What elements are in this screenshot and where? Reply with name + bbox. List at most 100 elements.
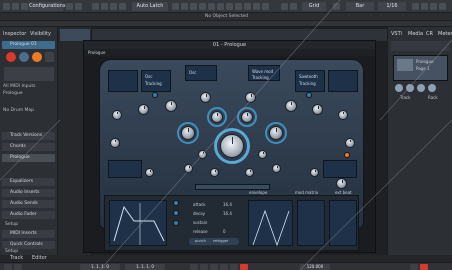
osc1-pitch-knob[interactable] <box>112 110 122 120</box>
instrument-slot[interactable]: Prologue Page 1 <box>393 55 448 81</box>
set-icon[interactable] <box>75 3 82 10</box>
tab-vsti[interactable]: VSTi <box>391 30 402 38</box>
osc3-settings-display[interactable]: Sawtooth Tracking <box>295 70 325 92</box>
section-midi-inserts[interactable]: MIDI Inserts <box>2 230 55 238</box>
mod-matrix-display[interactable] <box>248 200 293 247</box>
osc3-level-knob[interactable] <box>312 104 323 115</box>
constrain-delay-icon[interactable] <box>12 3 19 10</box>
warp-icon[interactable] <box>253 3 260 10</box>
env-switch[interactable] <box>173 210 179 216</box>
click-icon[interactable] <box>420 264 428 270</box>
stop-icon[interactable] <box>220 264 228 270</box>
sync-icon[interactable] <box>66 3 73 10</box>
sustain-knob[interactable] <box>245 168 254 177</box>
cutoff-knob[interactable] <box>181 126 195 140</box>
midi-input-field[interactable]: All MIDI Inputs <box>3 84 55 90</box>
master-volume-knob[interactable] <box>336 178 347 189</box>
osc3-switch[interactable] <box>306 92 312 98</box>
drum-map-field[interactable]: No Drum Map <box>3 108 55 114</box>
tempo-field[interactable]: 120.000 <box>300 264 330 270</box>
activate-project-icon[interactable] <box>3 3 10 10</box>
edit-instrument-icon[interactable] <box>32 52 42 62</box>
quantize-dropdown[interactable]: 1/16 <box>378 2 406 11</box>
qc-knob[interactable] <box>406 84 414 92</box>
inspector-toggle-icon[interactable] <box>421 3 428 10</box>
mod-left-display[interactable] <box>108 160 142 178</box>
lfo-rate-knob[interactable] <box>110 138 120 148</box>
section-quick-controls[interactable]: Quick Controls <box>2 241 55 249</box>
freeze-icon[interactable] <box>45 52 54 62</box>
ext-beat-list[interactable] <box>329 200 357 246</box>
left-locator[interactable]: 1. 1. 1. 0 <box>80 264 120 270</box>
osc1-mix-knob[interactable] <box>165 100 177 112</box>
osc3-mix-knob[interactable] <box>285 100 297 112</box>
configurations-button[interactable]: Configurations <box>29 2 66 11</box>
tab-media[interactable]: Media <box>408 30 423 38</box>
grid-type-dropdown[interactable]: Grid <box>302 2 326 11</box>
osc3-pitch-knob[interactable] <box>338 110 348 120</box>
range-icon[interactable] <box>181 3 188 10</box>
forward-icon[interactable] <box>200 264 208 270</box>
filter-cutoff-big-knob[interactable] <box>220 134 244 158</box>
tab-editor[interactable]: Editor <box>32 255 47 261</box>
osc1-display[interactable] <box>108 70 138 92</box>
qc-knob[interactable] <box>428 84 436 92</box>
section-audio-inserts[interactable]: Audio Inserts <box>2 189 55 197</box>
section-audio-sends[interactable]: Audio Sends <box>2 200 55 208</box>
window-layout-icon[interactable] <box>21 3 28 10</box>
punch-retrigger-toggle[interactable]: punch retrigger <box>189 238 239 245</box>
osc2-display[interactable]: Osc <box>185 65 217 81</box>
mod-right-display[interactable] <box>323 160 357 178</box>
env-switch[interactable] <box>173 220 179 226</box>
drive-knob[interactable] <box>269 126 283 140</box>
osc1-level-knob[interactable] <box>138 104 149 115</box>
bar-dropdown[interactable]: Bar <box>346 2 374 11</box>
record-icon[interactable] <box>240 264 248 270</box>
preset-name[interactable]: Prologue <box>88 50 105 55</box>
decay-knob[interactable] <box>210 168 219 177</box>
punch-in-icon[interactable] <box>4 264 12 270</box>
tab-cr[interactable]: CR <box>426 30 433 38</box>
section-audio-fader[interactable]: Audio Fader <box>2 211 55 219</box>
object-select-icon[interactable] <box>172 3 179 10</box>
volume-pan-slider[interactable] <box>4 67 54 81</box>
section-track-versions[interactable]: Track Versions <box>2 132 55 140</box>
dist-knob[interactable] <box>258 150 267 159</box>
mute-icon[interactable] <box>92 3 99 10</box>
erase-icon[interactable] <box>208 3 215 10</box>
right-zone-toggle-icon[interactable] <box>439 3 446 10</box>
section-equalizers[interactable]: Equalizers <box>2 178 55 186</box>
set-color-icon[interactable] <box>412 3 419 10</box>
qc-knob[interactable] <box>417 84 425 92</box>
snap-type-icon[interactable] <box>333 3 340 10</box>
envelope-display[interactable] <box>109 200 167 246</box>
setup-item[interactable]: Setup <box>3 222 55 228</box>
read-icon[interactable] <box>119 3 126 10</box>
osc1-switch[interactable] <box>152 92 158 98</box>
rewind-icon[interactable] <box>190 264 198 270</box>
lower-zone-toggle-icon[interactable] <box>430 3 437 10</box>
autoscroll-icon[interactable] <box>281 3 288 10</box>
metronome-icon[interactable] <box>410 264 418 270</box>
section-chords[interactable]: Chords <box>2 143 55 151</box>
release-knob[interactable] <box>272 164 281 173</box>
glue-icon[interactable] <box>199 3 206 10</box>
punch-out-icon[interactable] <box>14 264 22 270</box>
section-prologue[interactable]: Prologue <box>2 154 55 162</box>
draw-icon[interactable] <box>226 3 233 10</box>
attack-knob[interactable] <box>184 164 193 173</box>
color-icon[interactable] <box>262 3 269 10</box>
mod-right-knob[interactable] <box>310 168 319 177</box>
tab-inspector[interactable]: Inspector <box>3 30 26 38</box>
cycle-icon[interactable] <box>210 264 218 270</box>
inspector-track-name[interactable]: Prologue 01 <box>2 41 55 49</box>
mod-left-knob[interactable] <box>145 168 154 177</box>
emphasis-knob[interactable] <box>211 111 223 123</box>
output-field[interactable]: Prologue <box>3 91 55 97</box>
track-button[interactable]: Track <box>400 95 410 100</box>
osc3-display[interactable] <box>328 70 358 92</box>
listen-icon[interactable] <box>110 3 117 10</box>
rack-button[interactable]: Rack <box>428 95 438 100</box>
solo-icon[interactable] <box>101 3 108 10</box>
res-knob[interactable] <box>198 150 207 159</box>
